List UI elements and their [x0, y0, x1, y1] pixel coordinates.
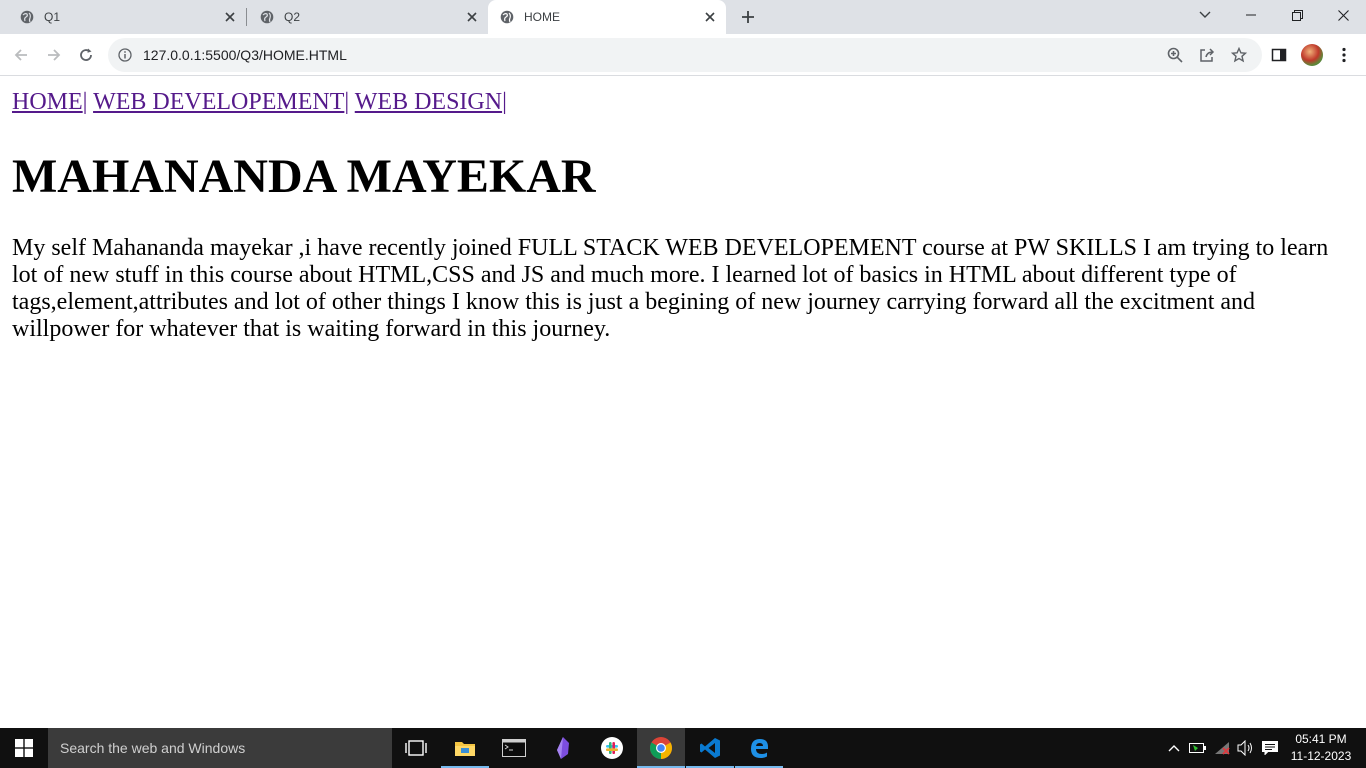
browser-toolbar: 127.0.0.1:5500/Q3/HOME.HTML: [0, 34, 1366, 76]
tab-title: Q1: [44, 10, 61, 24]
new-tab-button[interactable]: [736, 5, 760, 29]
minimize-icon: [1246, 14, 1256, 16]
obsidian-icon: [557, 737, 569, 759]
plus-icon: [742, 11, 754, 23]
globe-icon: [500, 10, 514, 24]
forward-icon: [48, 49, 61, 61]
nav-separator: |: [502, 89, 507, 115]
tab-q2[interactable]: Q2: [240, 0, 488, 34]
back-icon: [14, 49, 27, 61]
zoom-icon[interactable]: [1166, 46, 1184, 64]
notifications-icon[interactable]: [1259, 728, 1281, 768]
tab-q1[interactable]: Q1: [0, 0, 246, 34]
tab-home[interactable]: HOME: [488, 0, 726, 34]
tab-title: Q2: [284, 10, 301, 24]
taskbar-search-placeholder: Search the web and Windows: [60, 740, 246, 756]
info-icon[interactable]: [118, 48, 132, 62]
folder-icon: [455, 742, 475, 756]
terminal-icon: [502, 739, 526, 757]
tab-search-button[interactable]: [1182, 0, 1228, 30]
nav-separator: |: [82, 89, 88, 115]
page-heading: MAHANANDA MAYEKAR: [12, 150, 596, 203]
start-button[interactable]: [0, 728, 48, 768]
slack-icon: [601, 737, 623, 759]
intro-paragraph: My self Mahananda mayekar ,i have recent…: [12, 235, 1329, 342]
windows-taskbar: Search the web and Windows 05:41 PM 11-1…: [0, 728, 1366, 768]
taskbar-terminal[interactable]: [490, 728, 538, 768]
taskbar-vscode[interactable]: [686, 728, 734, 768]
taskbar-clock[interactable]: 05:41 PM 11-12-2023: [1288, 731, 1354, 765]
side-panel-icon[interactable]: [1269, 45, 1289, 65]
nav-link-home[interactable]: HOME: [12, 89, 83, 115]
clock-time: 05:41 PM: [1295, 732, 1347, 746]
clock-date: 11-12-2023: [1290, 749, 1352, 763]
tab-title: HOME: [524, 10, 560, 24]
tab-strip: Q1 Q2 HOME: [0, 0, 1366, 34]
close-tab-icon[interactable]: [222, 9, 238, 25]
back-button[interactable]: [7, 41, 35, 69]
reload-button[interactable]: [72, 41, 100, 69]
menu-icon[interactable]: [1334, 45, 1354, 65]
taskbar-search[interactable]: Search the web and Windows: [48, 728, 392, 768]
close-icon: [1337, 9, 1349, 21]
address-url[interactable]: 127.0.0.1:5500/Q3/HOME.HTML: [143, 47, 347, 63]
network-icon[interactable]: [1211, 728, 1233, 768]
site-nav: HOME| WEB DEVELOPEMENT| WEB DESIGN|: [12, 89, 507, 116]
chevron-down-icon: [1199, 11, 1211, 18]
taskbar-edge[interactable]: [735, 728, 783, 768]
chrome-icon: [650, 737, 672, 759]
close-tab-icon[interactable]: [702, 9, 718, 25]
restore-icon: [1291, 9, 1303, 21]
address-bar[interactable]: 127.0.0.1:5500/Q3/HOME.HTML: [108, 38, 1262, 72]
globe-icon: [260, 10, 274, 24]
forward-button[interactable]: [40, 41, 68, 69]
profile-avatar[interactable]: [1301, 44, 1323, 66]
share-icon[interactable]: [1198, 46, 1216, 64]
nav-link-web-design[interactable]: WEB DESIGN: [355, 89, 502, 115]
restore-button[interactable]: [1274, 0, 1320, 30]
task-view-button[interactable]: [392, 728, 440, 768]
vscode-icon: [700, 738, 720, 758]
nav-separator: |: [344, 89, 350, 115]
task-view-icon: [405, 740, 427, 756]
battery-icon[interactable]: [1187, 728, 1209, 768]
tray-overflow-icon[interactable]: [1164, 728, 1184, 768]
windows-logo-icon: [15, 739, 33, 757]
reload-icon: [80, 48, 92, 61]
web-page: HOME| WEB DEVELOPEMENT| WEB DESIGN| MAHA…: [0, 77, 1366, 728]
taskbar-chrome[interactable]: [637, 728, 685, 768]
close-tab-icon[interactable]: [464, 9, 480, 25]
volume-icon[interactable]: [1235, 728, 1257, 768]
nav-link-web-development[interactable]: WEB DEVELOPEMENT: [93, 89, 344, 115]
taskbar-file-explorer[interactable]: [441, 728, 489, 768]
taskbar-slack[interactable]: [588, 728, 636, 768]
close-window-button[interactable]: [1320, 0, 1366, 30]
globe-icon: [20, 10, 34, 24]
minimize-button[interactable]: [1228, 0, 1274, 30]
edge-icon: [751, 739, 768, 758]
taskbar-obsidian[interactable]: [539, 728, 587, 768]
bookmark-star-icon[interactable]: [1230, 46, 1248, 64]
